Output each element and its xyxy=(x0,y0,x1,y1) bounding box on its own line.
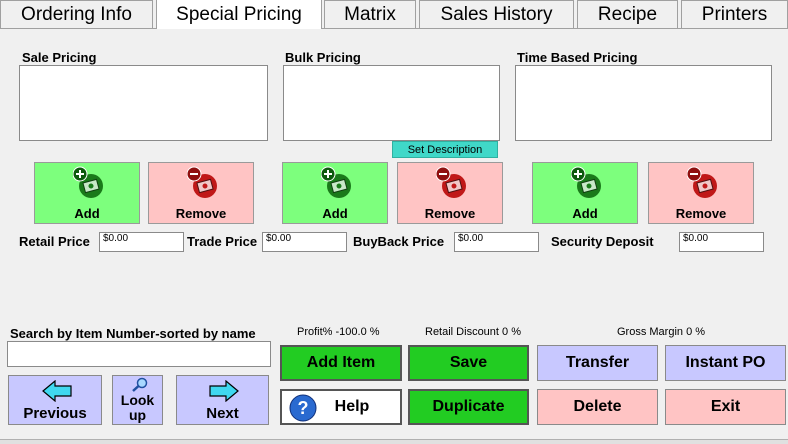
tab-matrix[interactable]: Matrix xyxy=(324,0,416,28)
tab-recipe[interactable]: Recipe xyxy=(577,0,678,28)
tab-sales-history[interactable]: Sales History xyxy=(419,0,574,28)
help-label: Help xyxy=(334,398,370,415)
buyback-price-field[interactable]: $0.00 xyxy=(454,232,539,252)
time-based-pricing-list[interactable] xyxy=(515,65,772,141)
sale-remove-button[interactable]: Remove xyxy=(148,162,254,224)
bulk-add-button[interactable]: Add xyxy=(282,162,388,224)
retail-price-label: Retail Price xyxy=(19,234,90,249)
previous-label: Previous xyxy=(23,405,87,422)
money-add-icon xyxy=(321,166,351,198)
tab-divider xyxy=(0,28,788,29)
time-remove-button[interactable]: Remove xyxy=(648,162,754,224)
search-input[interactable] xyxy=(7,341,271,367)
money-remove-icon xyxy=(187,166,217,198)
status-bar xyxy=(0,439,788,444)
duplicate-button[interactable]: Duplicate xyxy=(408,389,529,425)
arrow-left-icon xyxy=(42,380,72,402)
delete-button[interactable]: Delete xyxy=(537,389,658,425)
trade-price-label: Trade Price xyxy=(187,234,258,249)
money-remove-icon xyxy=(687,166,717,198)
lookup-label-line2: up xyxy=(128,407,147,423)
instant-po-button[interactable]: Instant PO xyxy=(665,345,786,381)
bulk-remove-label: Remove xyxy=(424,206,476,221)
time-add-label: Add xyxy=(572,206,598,221)
money-remove-icon xyxy=(436,166,466,198)
arrow-right-icon xyxy=(209,380,239,402)
bulk-remove-button[interactable]: Remove xyxy=(397,162,503,224)
next-button[interactable]: Next xyxy=(176,375,269,425)
money-add-icon xyxy=(73,166,103,198)
time-based-pricing-label: Time Based Pricing xyxy=(517,50,638,65)
save-button[interactable]: Save xyxy=(408,345,529,381)
sale-pricing-label: Sale Pricing xyxy=(22,50,97,65)
transfer-button[interactable]: Transfer xyxy=(537,345,658,381)
lookup-label-line1: Look xyxy=(120,392,155,408)
help-button[interactable]: ? Help xyxy=(280,389,402,425)
sale-add-button[interactable]: Add xyxy=(34,162,140,224)
gross-margin: Gross Margin 0 % xyxy=(617,326,706,338)
retail-discount: Retail Discount 0 % xyxy=(425,326,521,338)
svg-text:?: ? xyxy=(298,398,309,418)
buyback-price-label: BuyBack Price xyxy=(353,234,445,249)
tab-ordering-info[interactable]: Ordering Info xyxy=(0,0,153,28)
exit-button[interactable]: Exit xyxy=(665,389,786,425)
help-icon: ? xyxy=(289,394,317,422)
sale-remove-label: Remove xyxy=(175,206,227,221)
money-add-icon xyxy=(571,166,601,198)
sale-add-label: Add xyxy=(74,206,100,221)
retail-price-field[interactable]: $0.00 xyxy=(99,232,184,252)
security-deposit-field[interactable]: $0.00 xyxy=(679,232,764,252)
security-deposit-label: Security Deposit xyxy=(551,234,654,249)
tab-special-pricing[interactable]: Special Pricing xyxy=(156,0,322,29)
search-label: Search by Item Number-sorted by name xyxy=(10,326,256,341)
bulk-add-label: Add xyxy=(322,206,348,221)
previous-button[interactable]: Previous xyxy=(8,375,102,425)
bulk-pricing-label: Bulk Pricing xyxy=(285,50,361,65)
time-remove-label: Remove xyxy=(675,206,727,221)
add-item-button[interactable]: Add Item xyxy=(280,345,402,381)
time-add-button[interactable]: Add xyxy=(532,162,638,224)
bulk-pricing-list[interactable] xyxy=(283,65,500,141)
sale-pricing-list[interactable] xyxy=(19,65,268,141)
tab-printers[interactable]: Printers xyxy=(681,0,788,28)
set-description-button[interactable]: Set Description xyxy=(392,141,498,158)
lookup-button[interactable]: Look up xyxy=(112,375,163,425)
magnifier-icon xyxy=(132,377,148,392)
trade-price-field[interactable]: $0.00 xyxy=(262,232,347,252)
profit-percent: Profit% -100.0 % xyxy=(297,326,380,338)
next-label: Next xyxy=(206,405,239,422)
